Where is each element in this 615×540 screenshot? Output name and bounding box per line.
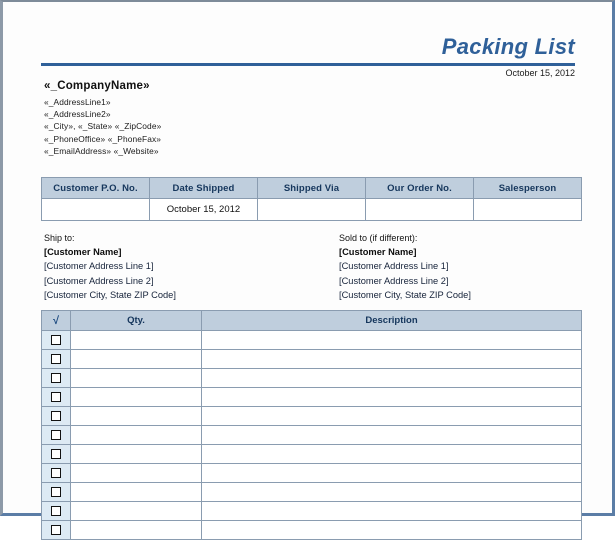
row-checkbox-cell[interactable]: [41, 463, 71, 483]
header-qty: Qty.: [70, 310, 202, 331]
ship-to-address-line-2: [Customer Address Line 2]: [44, 275, 154, 286]
row-qty-cell[interactable]: [70, 463, 202, 483]
header-customer-po-no: Customer P.O. No.: [41, 177, 150, 199]
row-description-cell[interactable]: [201, 463, 582, 483]
ship-to-label: Ship to:: [44, 233, 75, 243]
line-items-table: √ Qty. Description: [41, 310, 582, 540]
company-city-state-zip: «_City», «_State» «_ZipCode»: [44, 121, 162, 132]
checkbox-icon[interactable]: [51, 448, 61, 459]
sold-to-customer-name: [Customer Name]: [339, 247, 417, 257]
cell-customer-po-no[interactable]: [41, 198, 150, 221]
table-row: [41, 368, 582, 388]
table-row: [41, 501, 582, 521]
sold-to-address-line-2: [Customer Address Line 2]: [339, 275, 449, 286]
row-checkbox-cell[interactable]: [41, 387, 71, 407]
company-email-website: «_EmailAddress» «_Website»: [44, 146, 159, 157]
info-header-row: Customer P.O. No. Date Shipped Shipped V…: [41, 177, 582, 199]
checkbox-icon[interactable]: [51, 505, 61, 516]
checkbox-icon[interactable]: [51, 524, 61, 535]
row-description-cell[interactable]: [201, 501, 582, 521]
table-row: [41, 482, 582, 502]
page-title: Packing List: [441, 34, 575, 59]
row-description-cell[interactable]: [201, 482, 582, 502]
row-qty-cell[interactable]: [70, 520, 202, 540]
row-qty-cell[interactable]: [70, 330, 202, 350]
row-description-cell[interactable]: [201, 349, 582, 369]
company-address-line-1: «_AddressLine1»: [44, 96, 111, 107]
table-row: [41, 463, 582, 483]
checkbox-icon[interactable]: [51, 467, 61, 478]
row-description-cell[interactable]: [201, 520, 582, 540]
table-row: [41, 444, 582, 464]
cell-date-shipped[interactable]: October 15, 2012: [149, 198, 258, 221]
company-name: «_CompanyName»: [44, 80, 150, 92]
table-row: [41, 330, 582, 350]
row-checkbox-cell[interactable]: [41, 368, 71, 388]
row-qty-cell[interactable]: [70, 482, 202, 502]
row-qty-cell[interactable]: [70, 368, 202, 388]
ship-to-address-line-1: [Customer Address Line 1]: [44, 261, 154, 272]
ship-to-customer-name: [Customer Name]: [44, 247, 122, 257]
sold-to-city-state-zip: [Customer City, State ZIP Code]: [339, 289, 471, 300]
row-description-cell[interactable]: [201, 330, 582, 350]
row-description-cell[interactable]: [201, 368, 582, 388]
checkbox-icon[interactable]: [51, 391, 61, 402]
row-qty-cell[interactable]: [70, 406, 202, 426]
row-checkbox-cell[interactable]: [41, 520, 71, 540]
row-checkbox-cell[interactable]: [41, 482, 71, 502]
cell-shipped-via[interactable]: [257, 198, 366, 221]
checkbox-icon[interactable]: [51, 372, 61, 383]
row-qty-cell[interactable]: [70, 501, 202, 521]
ship-to-block: Ship to: [Customer Name] [Customer Addre…: [44, 234, 176, 305]
checkbox-icon[interactable]: [51, 429, 61, 440]
shipping-info-table: Customer P.O. No. Date Shipped Shipped V…: [41, 177, 582, 221]
header-salesperson: Salesperson: [473, 177, 582, 199]
table-row: [41, 406, 582, 426]
header-date-shipped: Date Shipped: [149, 177, 258, 199]
company-address-line-2: «_AddressLine2»: [44, 108, 111, 119]
packing-list-page: Packing List October 15, 2012 «_CompanyN…: [0, 0, 615, 540]
header-checkmark: √: [41, 310, 71, 331]
checkmark-icon: √: [52, 314, 60, 327]
row-description-cell[interactable]: [201, 387, 582, 407]
row-checkbox-cell[interactable]: [41, 330, 71, 350]
table-row: [41, 520, 582, 540]
row-qty-cell[interactable]: [70, 349, 202, 369]
row-checkbox-cell[interactable]: [41, 406, 71, 426]
row-description-cell[interactable]: [201, 444, 582, 464]
row-qty-cell[interactable]: [70, 425, 202, 445]
company-phone-fax: «_PhoneOffice» «_PhoneFax»: [44, 133, 161, 144]
sold-to-label: Sold to (if different):: [339, 233, 418, 243]
row-checkbox-cell[interactable]: [41, 444, 71, 464]
company-block: «_CompanyName» «_AddressLine1» «_Address…: [44, 80, 162, 160]
sold-to-block: Sold to (if different): [Customer Name] …: [339, 234, 471, 305]
document-date: October 15, 2012: [505, 68, 575, 78]
items-header-row: √ Qty. Description: [41, 310, 582, 331]
row-qty-cell[interactable]: [70, 387, 202, 407]
info-data-row: October 15, 2012: [41, 198, 582, 221]
table-row: [41, 425, 582, 445]
table-row: [41, 349, 582, 369]
table-row: [41, 387, 582, 407]
row-qty-cell[interactable]: [70, 444, 202, 464]
row-description-cell[interactable]: [201, 406, 582, 426]
header-shipped-via: Shipped Via: [257, 177, 366, 199]
checkbox-icon[interactable]: [51, 410, 61, 421]
sold-to-address-line-1: [Customer Address Line 1]: [339, 261, 449, 272]
checkbox-icon[interactable]: [51, 334, 61, 345]
row-checkbox-cell[interactable]: [41, 501, 71, 521]
document-header: Packing List October 15, 2012: [3, 2, 612, 78]
header-description: Description: [201, 310, 582, 331]
items-body: [41, 330, 582, 540]
cell-our-order-no[interactable]: [365, 198, 474, 221]
cell-salesperson[interactable]: [473, 198, 582, 221]
ship-to-city-state-zip: [Customer City, State ZIP Code]: [44, 289, 176, 300]
row-checkbox-cell[interactable]: [41, 349, 71, 369]
row-description-cell[interactable]: [201, 425, 582, 445]
checkbox-icon[interactable]: [51, 353, 61, 364]
checkbox-icon[interactable]: [51, 486, 61, 497]
header-our-order-no: Our Order No.: [365, 177, 474, 199]
title-divider: [41, 63, 575, 66]
row-checkbox-cell[interactable]: [41, 425, 71, 445]
